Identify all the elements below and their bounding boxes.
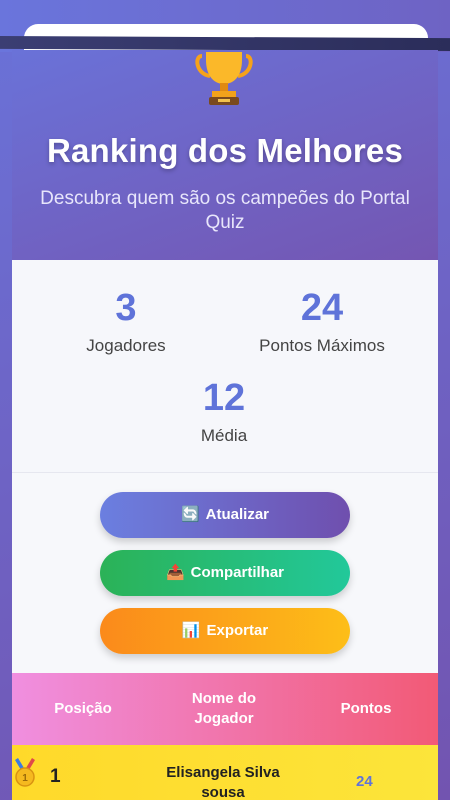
actions-panel: 🔄 Atualizar 📤 Compartilhar 📊 Exportar [12, 473, 438, 673]
column-header-player-name: Nome do Jogador [191, 690, 257, 727]
export-button[interactable]: 📊 Exportar [100, 608, 350, 654]
trophy-icon [195, 52, 253, 105]
stat-max-points: 24 Pontos Máximos [222, 288, 422, 356]
table-row: 1 1 Elisangela Silva sousa 24 [12, 745, 438, 800]
refresh-button[interactable]: 🔄 Atualizar [100, 492, 350, 538]
refresh-button-label: Atualizar [205, 506, 270, 523]
row-player-name: Elisangela Silva sousa [166, 764, 280, 800]
ranking-header: Ranking dos Melhores Descubra quem são o… [12, 50, 438, 260]
ranking-table-header: Posição Nome do Jogador Pontos [12, 673, 438, 745]
page-subtitle: Descubra quem são os campeões do Portal … [40, 188, 410, 233]
share-button-label: Compartilhar [190, 564, 285, 581]
column-header-points: Pontos [340, 700, 392, 717]
ranking-card: Ranking dos Melhores Descubra quem são o… [12, 50, 438, 800]
export-button-label: Exportar [206, 622, 269, 639]
stats-panel: 3 Jogadores 24 Pontos Máximos 12 Média [12, 260, 438, 473]
stat-max-points-label: Pontos Máximos [259, 336, 385, 355]
row-position: 1 [50, 766, 61, 787]
stat-players: 3 Jogadores [26, 288, 226, 356]
gold-medal-icon: 1 [15, 758, 35, 787]
chart-icon: 📊 [181, 622, 201, 639]
stat-players-value: 3 [115, 287, 137, 329]
stat-average: 12 Média [124, 378, 324, 446]
share-icon: 📤 [165, 564, 185, 581]
stat-players-label: Jogadores [86, 336, 166, 355]
share-button[interactable]: 📤 Compartilhar [100, 550, 350, 596]
top-divider [0, 36, 450, 51]
column-header-position: Posição [54, 700, 112, 717]
stat-average-label: Média [200, 426, 248, 445]
page-title: Ranking dos Melhores [46, 132, 404, 169]
row-points: 24 [356, 773, 373, 790]
stat-max-points-value: 24 [300, 287, 344, 329]
refresh-icon: 🔄 [180, 506, 200, 523]
stat-average-value: 12 [202, 377, 246, 419]
svg-text:1: 1 [22, 773, 28, 784]
